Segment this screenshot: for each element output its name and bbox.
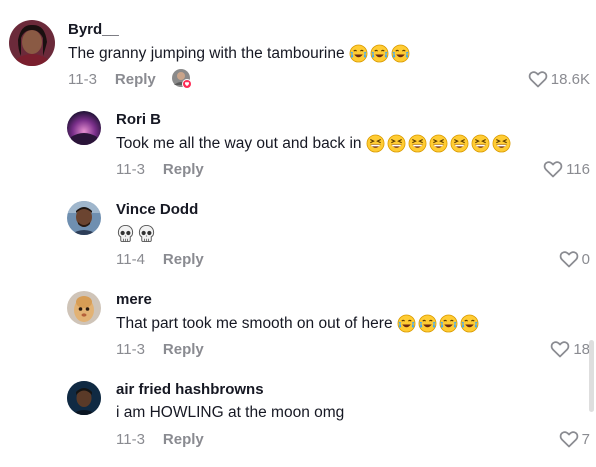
grinning-squint-emoji (408, 134, 426, 153)
grinning-squint-emoji (387, 134, 405, 153)
crying-laughing-emoji (349, 44, 368, 63)
heart-icon (528, 71, 548, 88)
heart-icon (559, 251, 578, 268)
comment-date: 11-3 (68, 71, 97, 88)
reply-button[interactable]: Reply (163, 251, 204, 268)
crying-laughing-emoji (397, 314, 416, 333)
comment-date: 11-3 (116, 341, 145, 358)
grinning-squint-emoji (429, 134, 447, 153)
skull-emoji (138, 224, 155, 243)
emoji-group (366, 134, 511, 153)
grinning-squint-emoji (471, 134, 489, 153)
username[interactable]: mere (116, 291, 152, 308)
like-count: 7 (581, 430, 590, 448)
heart-icon (543, 161, 563, 178)
like-button[interactable]: 116 (543, 160, 590, 178)
comment-date: 11-3 (116, 431, 145, 448)
heart-icon (551, 341, 570, 358)
avatar[interactable] (67, 201, 101, 235)
reply-button[interactable]: Reply (115, 71, 156, 88)
like-count: 18 (573, 340, 590, 358)
grinning-squint-emoji (450, 134, 468, 153)
like-button[interactable]: 18 (550, 340, 590, 358)
avatar[interactable] (67, 381, 101, 415)
like-count: 116 (566, 160, 590, 178)
crying-laughing-emoji (370, 44, 389, 63)
username[interactable]: Vince Dodd (116, 201, 198, 218)
scrollbar[interactable] (589, 340, 594, 412)
comment-text: Took me all the way out and back in (116, 134, 362, 152)
creator-liked-badge (171, 68, 193, 90)
reply-button[interactable]: Reply (163, 161, 204, 178)
comment-text: The granny jumping with the tambourine (68, 44, 345, 62)
crying-laughing-emoji (391, 44, 410, 63)
username[interactable]: Byrd__ (68, 21, 119, 38)
emoji-group (116, 224, 156, 243)
like-count: 18.6K (550, 70, 590, 88)
crying-laughing-emoji (460, 314, 479, 333)
avatar[interactable] (67, 111, 101, 145)
like-button[interactable]: 7 (559, 430, 590, 448)
comment-date: 11-4 (116, 251, 145, 268)
username[interactable]: air fried hashbrowns (116, 381, 264, 398)
reply-button[interactable]: Reply (163, 341, 204, 358)
emoji-group (349, 44, 410, 63)
crying-laughing-emoji (439, 314, 458, 333)
skull-emoji (117, 224, 134, 243)
comment-text: That part took me smooth on out of here (116, 314, 393, 332)
username[interactable]: Rori B (116, 111, 161, 128)
avatar[interactable] (9, 20, 55, 66)
comment-date: 11-3 (116, 161, 145, 178)
emoji-group (397, 314, 479, 333)
like-button[interactable]: 18.6K (528, 70, 590, 88)
heart-icon (559, 431, 578, 448)
reply-button[interactable]: Reply (163, 431, 204, 448)
like-button[interactable]: 0 (559, 250, 590, 268)
crying-laughing-emoji (418, 314, 437, 333)
avatar[interactable] (67, 291, 101, 325)
comment-text: i am HOWLING at the moon omg (116, 404, 345, 421)
grinning-squint-emoji (366, 134, 384, 153)
grinning-squint-emoji (492, 134, 510, 153)
like-count: 0 (581, 250, 590, 268)
